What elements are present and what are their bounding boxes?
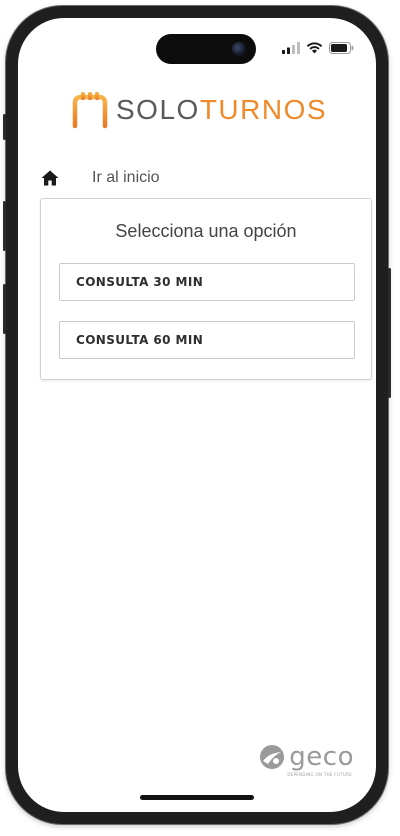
logo-part-turnos: TURNOS [199, 94, 328, 125]
volume-down-button [3, 284, 6, 334]
option-button-consulta-60[interactable]: CONSULTA 60 MIN [59, 321, 355, 359]
action-button [3, 114, 6, 140]
wifi-icon [306, 42, 323, 54]
logo-part-solo: SOLO [116, 94, 200, 125]
brand-logo: SOLOTURNOS [70, 88, 327, 132]
option-button-consulta-30[interactable]: CONSULTA 30 MIN [59, 263, 355, 301]
dynamic-island [156, 34, 256, 64]
status-bar [282, 40, 354, 56]
go-home-link[interactable]: Ir al inicio [92, 169, 160, 187]
volume-up-button [3, 201, 6, 251]
phone-frame: SOLOTURNOS Ir al inicio Selecciona una o… [3, 6, 391, 824]
front-camera-icon [232, 42, 246, 56]
home-icon[interactable] [40, 168, 60, 188]
power-button [388, 268, 391, 398]
battery-icon [329, 42, 354, 54]
home-indicator[interactable] [140, 795, 254, 800]
calendar-logo-icon [72, 92, 108, 129]
app-screen: SOLOTURNOS Ir al inicio Selecciona una o… [18, 18, 376, 812]
footer-brand-logo: geco DEPENDING ON THE FUTURE [259, 742, 354, 777]
signal-icon [282, 42, 300, 54]
geco-tagline: DEPENDING ON THE FUTURE [287, 772, 352, 777]
options-card: Selecciona una opción CONSULTA 30 MIN CO… [40, 198, 372, 380]
breadcrumb[interactable]: Ir al inicio [40, 166, 160, 190]
geco-logo-icon [260, 745, 285, 769]
card-title: Selecciona una opción [115, 221, 297, 241]
logo-wordmark: SOLOTURNOS [116, 94, 327, 126]
geco-wordmark: geco [289, 742, 354, 772]
